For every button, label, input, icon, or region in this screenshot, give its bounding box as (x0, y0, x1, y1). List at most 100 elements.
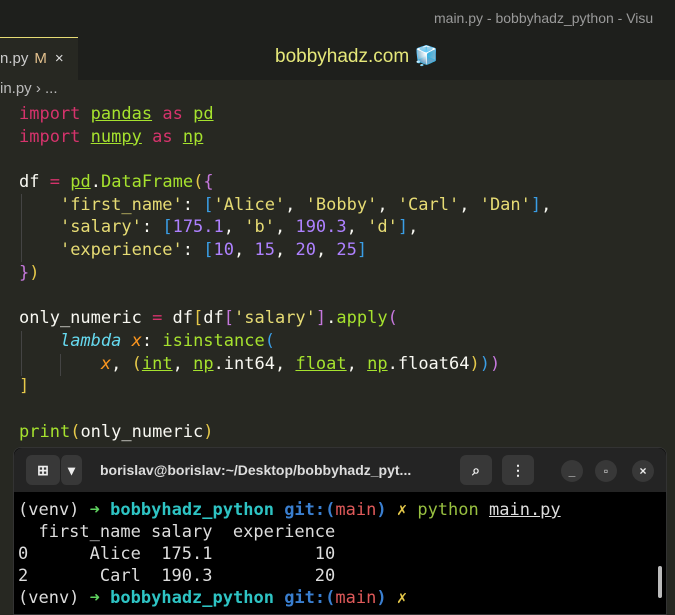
terminal-window[interactable]: ⊞ ▾ borislav@borislav:~/Desktop/bobbyhad… (13, 447, 667, 615)
code-token: ] (19, 376, 30, 397)
terminal-title: borislav@borislav:~/Desktop/bobbyhadz_py… (100, 462, 412, 478)
breadcrumb[interactable]: in.py › ... (0, 80, 58, 97)
code-token: ] (397, 217, 409, 238)
code-editor[interactable]: import pandas as pd import numpy as np df … (19, 103, 551, 443)
code-token: .float64 (387, 353, 470, 374)
code-token: , (377, 194, 398, 215)
minimize-button[interactable]: _ (561, 460, 583, 482)
output-line: 0 Alice 175.1 10 (18, 544, 336, 564)
tab-main-py[interactable]: n.py M × (0, 37, 78, 80)
arrow-icon: ➜ (89, 588, 100, 608)
dirty-icon: ✗ (396, 500, 408, 520)
output-line: 2 Carl 190.3 20 (18, 566, 336, 586)
code-line: 'first_name': ['Alice', 'Bobby', 'Carl',… (19, 194, 551, 217)
title-bar: main.py - bobbyhadz_python - Visu (0, 0, 675, 37)
code-token: df (19, 172, 50, 193)
code-token: , (408, 217, 419, 238)
code-token: import (19, 126, 81, 147)
code-token: . (90, 172, 101, 193)
code-token: ] (530, 194, 542, 215)
code-token: ( (193, 172, 204, 193)
scrollbar[interactable] (658, 566, 662, 598)
code-token: df (203, 308, 224, 329)
code-token: np (193, 353, 214, 374)
code-token: , (234, 240, 255, 261)
code-line: }) (19, 262, 551, 285)
venv: (venv) (18, 500, 80, 520)
code-token: 'Alice' (213, 194, 286, 215)
code-token: , (274, 217, 296, 238)
code-token: 15 (254, 240, 275, 261)
code-line: 'salary': [175.1, 'b', 190.3, 'd'], (19, 216, 551, 239)
terminal-output[interactable]: (venv) ➜ bobbyhadz_python git:(main) ✗ p… (14, 492, 666, 609)
code-token: ( (264, 330, 275, 351)
chevron-down-icon[interactable]: ▾ (60, 455, 82, 485)
code-token: , (223, 217, 245, 238)
maximize-button[interactable]: ▫ (595, 460, 617, 482)
code-token: , (111, 353, 132, 374)
code-line: only_numeric = df[df['salary'].apply( (19, 307, 551, 330)
window-title: main.py - bobbyhadz_python - Visu (434, 10, 654, 26)
code-token: 'd' (367, 217, 398, 238)
code-token: = (49, 172, 60, 193)
code-token: [ (203, 194, 214, 215)
code-token: ( (131, 353, 142, 374)
code-token: np (367, 353, 388, 374)
dirty-icon: ✗ (396, 588, 408, 608)
code-token: only_numeric (19, 308, 153, 329)
code-token: ) (203, 421, 214, 442)
menu-icon[interactable]: ⋮ (502, 455, 534, 485)
code-token: pd (193, 104, 214, 124)
code-token: , (315, 240, 337, 261)
code-token: [ (203, 240, 214, 261)
git-close: ) (376, 500, 387, 520)
code-token: 'b' (244, 217, 275, 238)
code-token: , (285, 194, 306, 215)
code-token: x (100, 353, 112, 374)
tab-label: n.py (0, 50, 29, 67)
command-arg: main.py (489, 500, 561, 520)
code-token: .int64, (213, 353, 296, 374)
code-token: ( (387, 308, 398, 329)
code-token: as (162, 104, 183, 124)
close-button[interactable]: × (632, 460, 654, 482)
code-token: ) (490, 353, 501, 374)
code-token: ) (29, 262, 40, 283)
cube-icon: 🧊 (414, 46, 439, 67)
branch: main (335, 588, 377, 608)
code-token: 175.1 (172, 217, 224, 238)
new-tab-icon[interactable]: ⊞ (26, 455, 60, 485)
code-token: 'Carl' (397, 194, 460, 215)
code-token: [ (223, 308, 235, 329)
code-token: 'salary' (234, 308, 316, 329)
search-icon[interactable]: ⌕ (460, 455, 492, 485)
code-token: { (203, 172, 214, 193)
code-token: 10 (213, 240, 234, 261)
close-tab-icon[interactable]: × (55, 50, 64, 67)
code-token: , (459, 194, 480, 215)
code-line: print(only_numeric) (19, 421, 551, 444)
code-token: , (346, 217, 368, 238)
code-token: as (152, 126, 173, 147)
tab-bar: n.py M × bobbyhadz.com 🧊 (0, 37, 675, 80)
code-line: import numpy as np (19, 126, 551, 149)
arrow-icon: ➜ (89, 500, 100, 520)
code-token: } (19, 262, 30, 283)
code-line: lambda x: isinstance( (19, 330, 551, 353)
code-token: , (541, 194, 552, 215)
code-token: ) (469, 353, 480, 374)
code-token: 'experience' (59, 240, 183, 261)
code-token: : (141, 217, 163, 238)
code-line: ] (19, 375, 551, 398)
git-close: ) (376, 588, 387, 608)
code-token: np (182, 126, 204, 147)
